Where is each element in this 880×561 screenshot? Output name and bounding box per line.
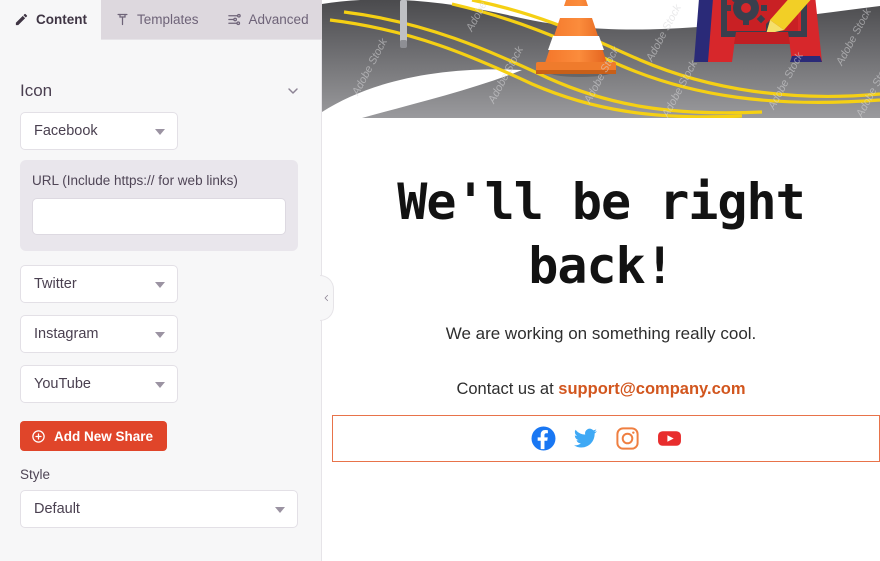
panel-collapse-handle[interactable] bbox=[320, 275, 334, 321]
panel-body: Facebook URL (Include https:// for web l… bbox=[0, 112, 321, 528]
hero-illustration: Adobe Stock Adobe Stock Adobe Stock Adob… bbox=[322, 0, 880, 118]
page-canvas: Adobe Stock Adobe Stock Adobe Stock Adob… bbox=[322, 0, 880, 561]
contact-email-link[interactable]: support@company.com bbox=[558, 380, 745, 398]
url-input[interactable] bbox=[32, 198, 286, 235]
stamp-icon bbox=[115, 12, 130, 27]
chevron-down-icon[interactable] bbox=[285, 83, 301, 99]
caret-down-icon bbox=[275, 507, 285, 513]
network-select-facebook[interactable]: Facebook bbox=[20, 112, 178, 150]
url-field-label: URL (Include https:// for web links) bbox=[32, 173, 238, 188]
caret-down-icon bbox=[155, 129, 165, 135]
network-select-facebook-value: Facebook bbox=[34, 123, 98, 139]
chevron-left-icon bbox=[324, 294, 329, 302]
network-select-twitter-value: Twitter bbox=[34, 276, 77, 292]
network-select-instagram-value: Instagram bbox=[34, 326, 99, 342]
sliders-icon bbox=[227, 12, 242, 27]
tab-content[interactable]: Content bbox=[0, 0, 101, 40]
style-select[interactable]: Default bbox=[20, 490, 298, 528]
tab-templates-label: Templates bbox=[137, 12, 199, 27]
editor-root: Content Templates Advanced Icon Facebook… bbox=[0, 0, 880, 561]
network-select-instagram[interactable]: Instagram bbox=[20, 315, 178, 353]
youtube-icon[interactable] bbox=[657, 426, 682, 451]
style-field-label: Style bbox=[20, 467, 51, 482]
plus-circle-icon bbox=[31, 429, 46, 444]
add-new-share-button[interactable]: Add New Share bbox=[20, 421, 168, 451]
twitter-icon[interactable] bbox=[573, 426, 598, 451]
add-new-share-label: Add New Share bbox=[54, 428, 154, 444]
caret-down-icon bbox=[155, 382, 165, 388]
social-icons-widget[interactable] bbox=[332, 415, 880, 462]
pencil-icon bbox=[14, 12, 29, 27]
tab-advanced[interactable]: Advanced bbox=[212, 0, 323, 40]
tab-templates[interactable]: Templates bbox=[101, 0, 213, 40]
url-field-group: URL (Include https:// for web links) bbox=[20, 160, 298, 251]
page-headline[interactable]: We'll be right back! bbox=[350, 170, 852, 298]
section-header-icon[interactable]: Icon bbox=[0, 70, 321, 112]
caret-down-icon bbox=[155, 332, 165, 338]
section-title: Icon bbox=[20, 81, 53, 100]
hero-image[interactable]: Adobe Stock Adobe Stock Adobe Stock Adob… bbox=[322, 0, 880, 118]
network-select-youtube-value: YouTube bbox=[34, 376, 91, 392]
network-select-twitter[interactable]: Twitter bbox=[20, 265, 178, 303]
instagram-icon[interactable] bbox=[615, 426, 640, 451]
style-select-value: Default bbox=[34, 501, 80, 517]
tab-advanced-label: Advanced bbox=[248, 12, 309, 27]
tab-content-label: Content bbox=[36, 12, 87, 27]
caret-down-icon bbox=[155, 282, 165, 288]
contact-prefix: Contact us at bbox=[456, 380, 559, 398]
panel-tabbar: Content Templates Advanced bbox=[0, 0, 323, 40]
facebook-icon[interactable] bbox=[531, 426, 556, 451]
page-subtext[interactable]: We are working on something really cool. bbox=[322, 324, 880, 344]
network-select-youtube[interactable]: YouTube bbox=[20, 365, 178, 403]
settings-panel: Content Templates Advanced Icon Facebook… bbox=[0, 0, 334, 561]
contact-line[interactable]: Contact us at support@company.com bbox=[322, 380, 880, 399]
